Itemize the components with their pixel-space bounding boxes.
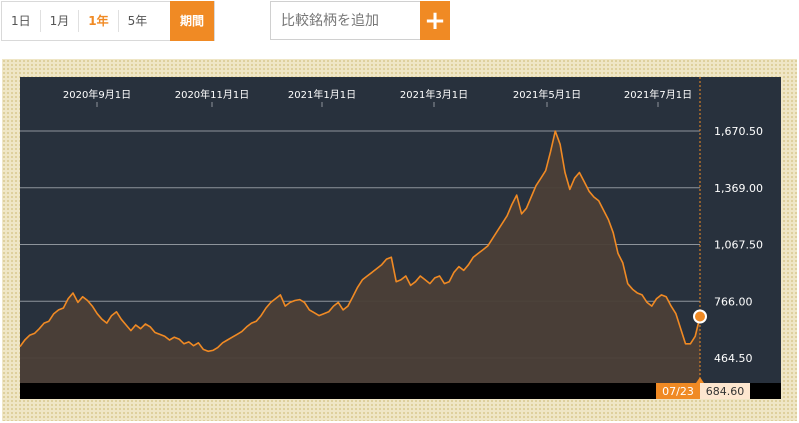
range-button-period[interactable]: 期間 (169, 1, 214, 41)
y-tick-label: 1,369.00 (714, 182, 763, 195)
add-compare-button[interactable]: + (420, 1, 450, 40)
last-date-label: 07/23 (662, 385, 694, 398)
compare-input[interactable] (270, 1, 420, 40)
y-tick-label: 1,067.50 (714, 239, 763, 252)
chart-frame: 1,670.50 1,369.00 1,067.50 766.00 464.50 2020… (2, 59, 797, 421)
range-button-1d[interactable]: 1日 (2, 10, 41, 32)
y-tick-label: 1,670.50 (714, 125, 763, 138)
x-tick-label: 2021年7月1日 (624, 88, 692, 101)
last-value-label: 684.60 (706, 385, 745, 398)
range-button-1m[interactable]: 1月 (41, 10, 80, 32)
y-tick-label: 766.00 (714, 295, 753, 308)
x-tick-label: 2020年9月1日 (63, 88, 131, 101)
x-tick-label: 2021年1月1日 (288, 88, 356, 101)
x-tick-label: 2021年3月1日 (400, 88, 468, 101)
compare-box: + (270, 1, 450, 40)
range-button-5y[interactable]: 5年 (119, 10, 157, 32)
plus-icon: + (424, 5, 446, 36)
y-tick-label: 464.50 (714, 352, 753, 365)
price-chart: 1,670.50 1,369.00 1,067.50 766.00 464.50 2020… (19, 77, 781, 399)
range-selector: 1日 1月 1年 5年 期間 (1, 1, 215, 41)
last-point-marker[interactable] (693, 309, 707, 324)
x-tick-label: 2021年5月1日 (513, 88, 581, 101)
range-button-1y[interactable]: 1年 (79, 10, 119, 32)
x-tick-label: 2020年11月1日 (175, 88, 250, 101)
